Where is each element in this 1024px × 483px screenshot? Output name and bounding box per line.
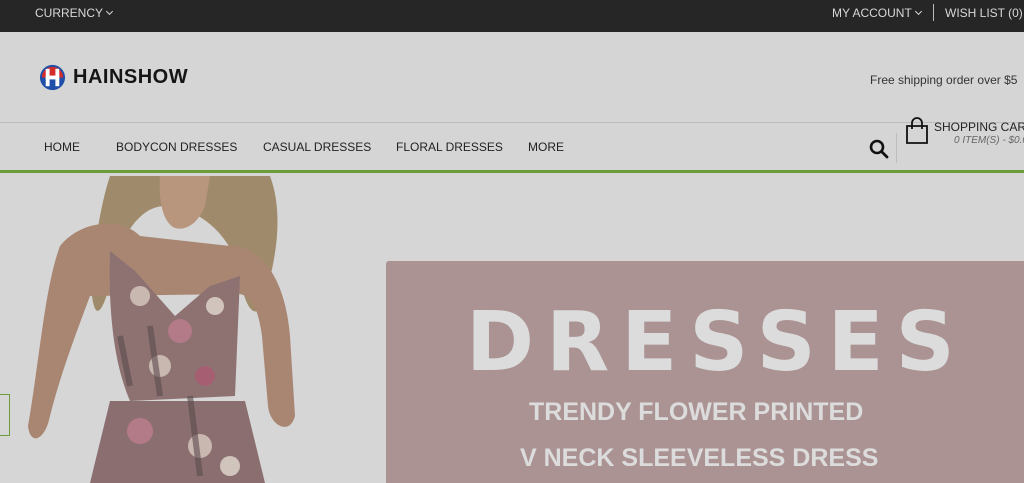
banner-subline-2: V NECK SLEEVELESS DRESS (520, 444, 879, 472)
wish-list-link[interactable]: WISH LIST (0) (945, 6, 1023, 20)
my-account-dropdown[interactable]: MY ACCOUNT (832, 6, 922, 20)
promo-banner[interactable]: DRESSES TRENDY FLOWER PRINTED V NECK SLE… (386, 261, 1024, 483)
currency-label: CURRENCY (35, 6, 104, 20)
nav-item-casual-dresses[interactable]: CASUAL DRESSES (263, 140, 371, 154)
main-nav: HOME BODYCON DRESSES CASUAL DRESSES FLOR… (0, 117, 1024, 173)
hero-banner[interactable]: DRESSES TRENDY FLOWER PRINTED V NECK SLE… (0, 176, 1024, 483)
slider-prev-arrow[interactable] (0, 394, 10, 436)
shipping-notice: Free shipping order over $5 (870, 73, 1018, 87)
site-header: HAINSHOW Free shipping order over $5 (0, 32, 1024, 122)
cart-title: SHOPPING CART (934, 120, 1024, 134)
logo-icon (39, 64, 66, 91)
topbar-divider (933, 4, 934, 21)
nav-item-bodycon-dresses[interactable]: BODYCON DRESSES (116, 140, 237, 154)
banner-subline-1: TRENDY FLOWER PRINTED (529, 398, 864, 426)
chevron-down-icon (105, 7, 114, 16)
cart-summary: 0 ITEM(S) - $0.00 (954, 135, 1024, 146)
logo[interactable]: HAINSHOW (38, 63, 188, 92)
brand-name: HAINSHOW (73, 66, 189, 88)
chevron-down-icon (914, 7, 922, 16)
shopping-cart-button[interactable]: SHOPPING CART 0 ITEM(S) - $0.00 (903, 117, 1024, 171)
model-image (28, 176, 295, 483)
my-account-label: MY ACCOUNT (832, 6, 912, 20)
nav-item-more[interactable]: MORE (528, 140, 564, 154)
currency-dropdown[interactable]: CURRENCY (35, 6, 114, 20)
nav-item-floral-dresses[interactable]: FLORAL DRESSES (396, 140, 503, 154)
banner-headline: DRESSES (466, 295, 967, 390)
top-bar: CURRENCY MY ACCOUNT WISH LIST (0) (0, 0, 1024, 32)
nav-item-home[interactable]: HOME (44, 140, 80, 154)
search-icon[interactable] (869, 139, 889, 159)
shopping-bag-icon (906, 117, 928, 144)
nav-divider (896, 133, 897, 163)
